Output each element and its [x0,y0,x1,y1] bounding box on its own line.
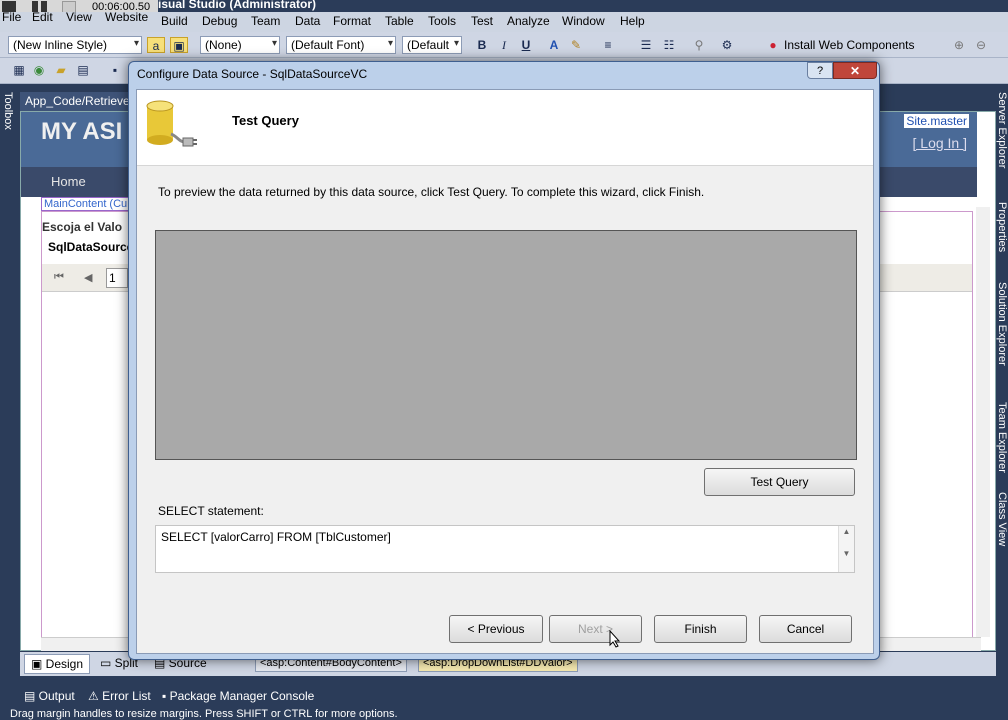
design-view-tab[interactable]: ▣ Design [24,654,91,674]
highlight-icon[interactable]: ✎ [567,37,585,53]
menu-table[interactable]: Table [385,14,414,28]
menu-help[interactable]: Help [620,14,645,28]
menu-bar: File Edit View Website Build Debug Team … [0,10,1008,32]
output-tab-label: Output [38,689,75,703]
split-icon: ▭ [100,656,115,670]
server-explorer-tab[interactable]: Server Explorer [996,92,1008,168]
nav-home[interactable]: Home [51,174,86,189]
class-view-tab[interactable]: Class View [996,492,1008,546]
sqldatasource-control[interactable]: SqlDataSource [48,240,133,254]
error-list-tab[interactable]: ⚠ Error List [88,689,151,703]
menu-test[interactable]: Test [471,14,493,28]
bullets-icon[interactable]: ☰ [637,37,655,53]
bold-icon[interactable]: B [473,37,491,53]
add-item-icon[interactable]: ▤ [74,62,92,78]
help-button[interactable]: ? [807,62,833,79]
toolbox-strip[interactable]: Toolbox [0,92,18,652]
italic-icon[interactable]: I [495,37,513,53]
open-icon[interactable]: ▰ [52,62,70,78]
output-icon: ▤ [24,689,39,703]
instruction-text: To preview the data returned by this dat… [158,185,705,199]
web-icon[interactable]: ◉ [30,62,48,78]
target-rule-icon[interactable]: ▣ [170,37,188,53]
prev-page-icon[interactable]: ◀ [84,271,92,284]
install-web-components-label[interactable]: Install Web Components [784,38,915,52]
status-bar: Drag margin handles to resize margins. P… [0,709,1008,720]
menu-debug[interactable]: Debug [202,14,237,28]
first-page-icon[interactable]: ⏮ [54,271,64,284]
site-master-link[interactable]: Site.master [904,114,969,128]
menu-build[interactable]: Build [161,14,188,28]
menu-view[interactable]: View [66,10,92,24]
close-button[interactable]: ✕ [833,62,877,79]
zoom-in-icon[interactable]: ⊕ [950,37,968,53]
error-list-tab-label: Error List [102,689,151,703]
cancel-button[interactable]: Cancel [759,615,852,643]
align-icon[interactable]: ≡ [599,37,617,53]
menu-data[interactable]: Data [295,14,320,28]
zoom-out-icon[interactable]: ⊖ [972,37,990,53]
font-combo[interactable]: (Default Font) [286,36,396,54]
menu-format[interactable]: Format [333,14,371,28]
next-button[interactable]: Next > [549,615,642,643]
query-results-grid[interactable] [155,230,857,460]
test-query-button[interactable]: Test Query [704,468,855,496]
new-project-icon[interactable]: ▦ [10,62,28,78]
menu-analyze[interactable]: Analyze [507,14,550,28]
menu-tools[interactable]: Tools [428,14,456,28]
package-manager-tab-label: Package Manager Console [169,689,315,703]
select-statement-scrollbar[interactable]: ▲ ▼ [838,526,854,572]
font-color-icon[interactable]: A [545,37,563,53]
site-title: MY ASI [41,118,123,145]
ide-title: isual Studio (Administrator) [158,0,317,11]
font-size-combo[interactable]: (Default [402,36,462,54]
menu-window[interactable]: Window [562,14,605,28]
install-icon: ● [769,38,777,52]
select-statement-label: SELECT statement: [158,504,264,518]
team-explorer-tab[interactable]: Team Explorer [996,402,1008,473]
properties-tab[interactable]: Properties [996,202,1008,252]
mouse-cursor-icon [609,630,621,648]
solution-explorer-tab[interactable]: Solution Explorer [996,282,1008,366]
numbering-icon[interactable]: ☷ [660,37,678,53]
underline-icon[interactable]: U [517,37,535,53]
document-tab[interactable]: App_Code/Retrieve [20,92,130,111]
dialog-heading: Test Query [232,113,299,128]
right-panel-strip: Server Explorer Properties Solution Expl… [996,92,1008,652]
login-link[interactable]: [ Log In ] [913,135,967,151]
dialog-header: Test Query [137,90,873,166]
formatting-toolbar: (New Inline Style) a ▣ (None) (Default F… [0,32,1008,58]
escoja-label: Escoja el Valo [42,220,123,234]
stamp-icon[interactable]: ⚲ [690,37,708,53]
maincontent-tag[interactable]: MainContent (Cu [41,197,131,211]
output-tab-bar: ▤ Output ⚠ Error List ▪ Package Manager … [0,685,1008,709]
designer-vertical-scrollbar[interactable] [976,207,990,637]
menu-team[interactable]: Team [251,14,280,28]
page-number-input[interactable]: 1 [106,268,128,288]
dialog-client-area: Test Query To preview the data returned … [136,89,874,654]
menu-file[interactable]: File [2,10,21,24]
finish-button[interactable]: Finish [654,615,747,643]
build-icon[interactable]: ⚙ [718,37,736,53]
configure-data-source-dialog: Configure Data Source - SqlDataSourceVC … [128,61,880,660]
menu-website[interactable]: Website [105,10,148,24]
style-combo[interactable]: (New Inline Style) [8,36,142,54]
output-tab[interactable]: ▤ Output [24,689,75,703]
package-manager-tab[interactable]: ▪ Package Manager Console [162,689,314,703]
toolbox-label[interactable]: Toolbox [2,92,14,130]
save-icon[interactable]: ▪ [106,62,124,78]
select-statement-box[interactable]: SELECT [valorCarro] FROM [TblCustomer] ▲… [155,525,855,573]
block-format-combo[interactable]: (None) [200,36,280,54]
design-icon: ▣ [31,657,46,671]
previous-button[interactable]: < Previous [449,615,543,643]
error-list-icon: ⚠ [88,689,103,703]
menu-edit[interactable]: Edit [32,10,53,24]
design-tab-label: Design [45,657,84,671]
select-statement-text: SELECT [valorCarro] FROM [TblCustomer] [161,530,391,544]
style-application-icon[interactable]: a [147,37,165,53]
database-icon [146,100,197,147]
console-icon: ▪ [162,689,170,703]
dialog-title: Configure Data Source - SqlDataSourceVC [137,67,368,81]
